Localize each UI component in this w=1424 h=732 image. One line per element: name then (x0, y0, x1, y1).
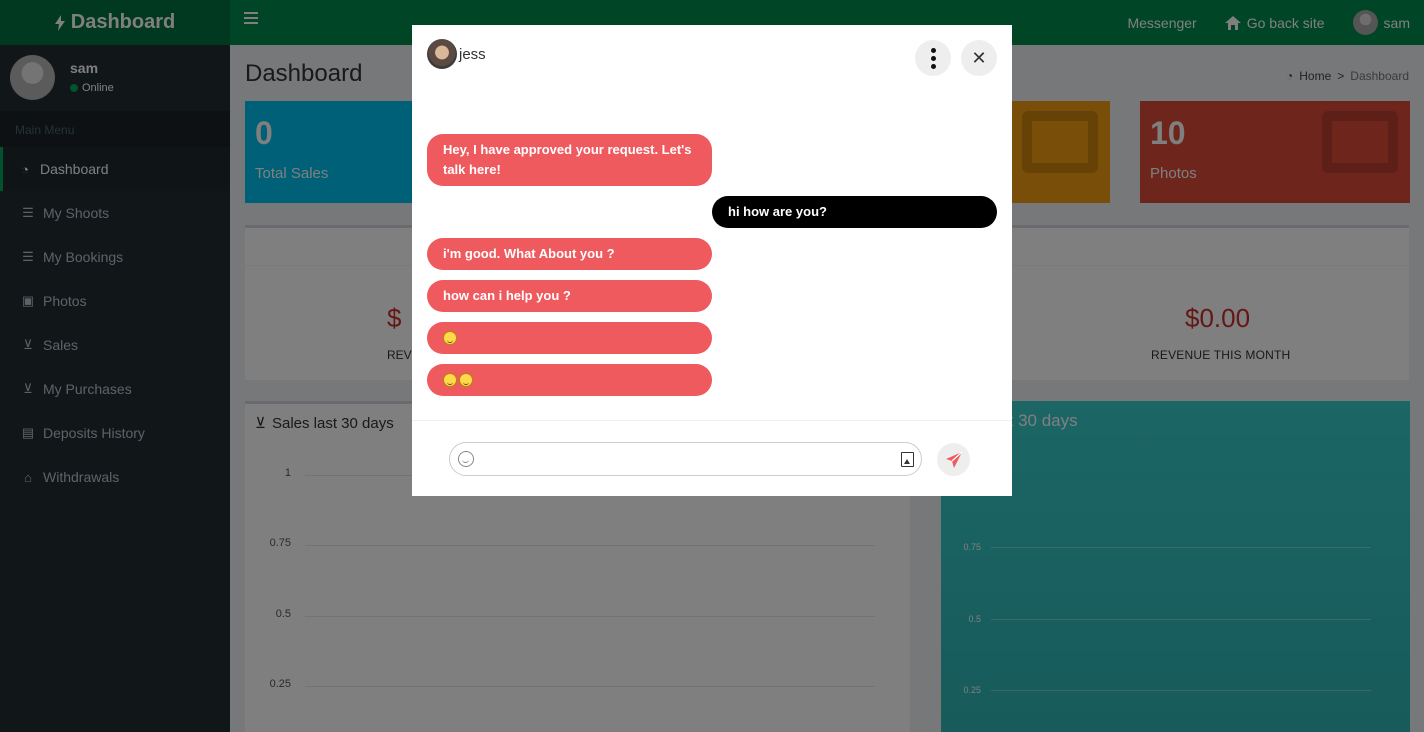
halo-emoji-icon (459, 373, 473, 387)
chat-close-button[interactable]: ✕ (961, 40, 997, 76)
chat-peer-name: jess (459, 45, 486, 63)
close-icon: ✕ (971, 47, 987, 68)
chat-input-wrapper (449, 442, 922, 476)
chat-message-incoming: Hey, I have approved your request. Let's… (427, 134, 712, 186)
chat-message-text: how can i help you ? (443, 288, 571, 303)
smile-emoji-icon (443, 373, 457, 387)
chat-message-incoming (427, 364, 712, 396)
chat-message-input[interactable] (486, 449, 886, 469)
chat-message-text: i'm good. What About you ? (443, 246, 615, 261)
avatar (427, 39, 457, 69)
laughing-emoji-icon (443, 331, 457, 345)
emoji-picker-icon[interactable] (458, 451, 474, 467)
send-button[interactable] (937, 443, 970, 476)
chat-message-outgoing: hi how are you? (712, 196, 997, 228)
chat-message-text: Hey, I have approved your request. Let's… (443, 142, 692, 177)
chat-message-incoming: how can i help you ? (427, 280, 712, 312)
chat-modal: jess ✕ Hey, I have approved your request… (412, 25, 1012, 496)
chat-message-incoming: i'm good. What About you ? (427, 238, 712, 270)
divider (412, 420, 1012, 421)
chat-message-text: hi how are you? (728, 204, 827, 219)
more-vertical-icon (930, 47, 936, 53)
send-icon (945, 451, 962, 468)
chat-header: jess (427, 39, 486, 69)
chat-options-button[interactable] (915, 40, 951, 76)
chat-message-incoming (427, 322, 712, 354)
attach-image-icon[interactable] (901, 452, 914, 467)
